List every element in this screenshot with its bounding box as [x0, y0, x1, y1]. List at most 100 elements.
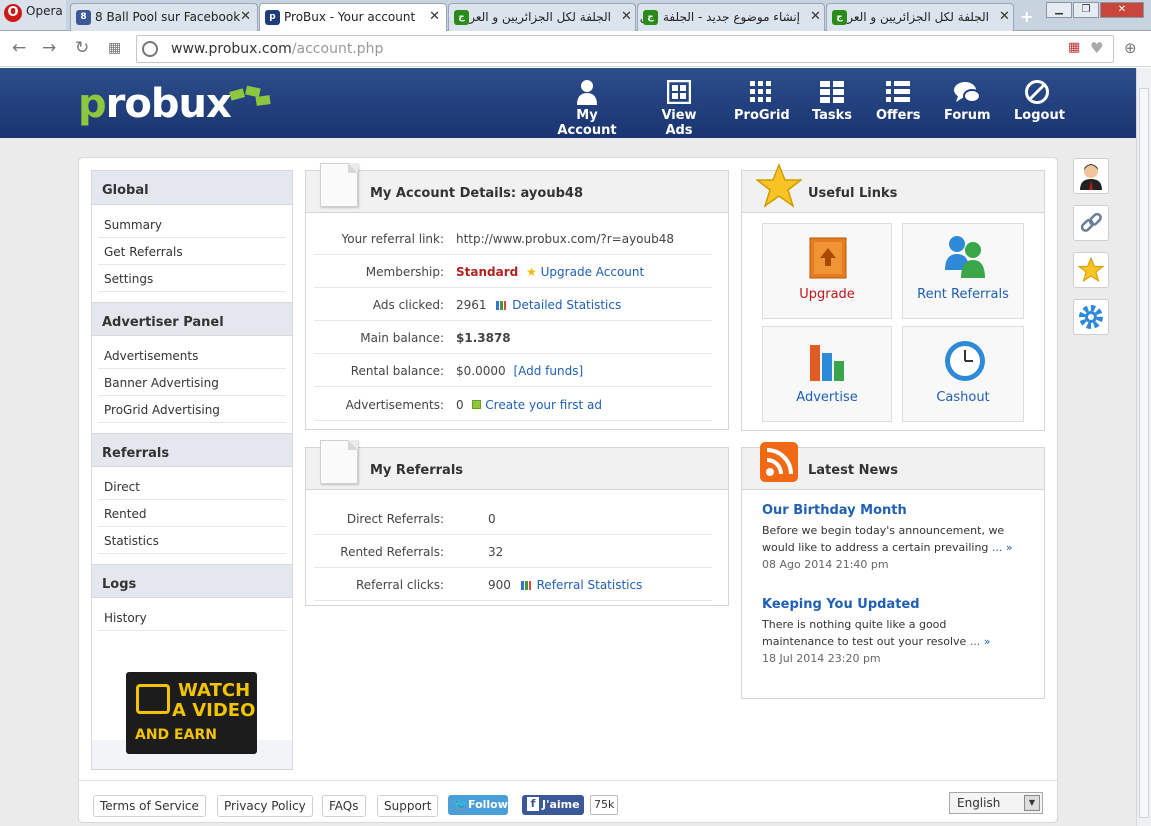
upgrade-box-icon — [809, 237, 847, 279]
twitter-follow-button[interactable]: 🐦 Follow — [448, 795, 508, 815]
nav-progrid[interactable]: ProGrid — [734, 78, 790, 123]
settings-tool-button[interactable] — [1073, 299, 1109, 335]
upgrade-label: Upgrade — [799, 287, 855, 302]
chat-bubbles-icon — [954, 82, 981, 103]
extensions-icon[interactable]: ▦ — [1068, 40, 1080, 55]
my-referrals-title: My Referrals — [370, 463, 464, 478]
nav-my-account[interactable]: My Account — [551, 78, 623, 138]
close-tab-icon[interactable]: ✕ — [810, 9, 821, 24]
back-icon[interactable]: ← — [12, 38, 26, 58]
nav-forum[interactable]: Forum — [944, 78, 991, 123]
tab-title: ProBux - Your account — [284, 10, 416, 24]
news-title-link[interactable]: Our Birthday Month — [762, 503, 1037, 518]
favorites-tool-button[interactable] — [1073, 252, 1109, 288]
restore-icon[interactable]: ❐ — [1073, 2, 1099, 18]
sidebar-item-settings[interactable]: Settings — [98, 265, 286, 292]
news-title-link[interactable]: Keeping You Updated — [762, 597, 1037, 612]
cashout-label: Cashout — [936, 390, 990, 405]
tab-djelfa-3[interactable]: ج الجلفة لكل الجزائريين و العرب ✕ — [826, 3, 1014, 31]
referral-link-label: Your referral link: — [341, 232, 444, 246]
sidebar-item-advertisements[interactable]: Advertisements — [98, 342, 286, 369]
url-input[interactable]: www.probux.com/account.php — [136, 35, 1114, 63]
language-select[interactable]: English ▼ — [949, 792, 1043, 814]
watch-video-banner[interactable]: WATCH A VIDEO AND EARN — [126, 672, 257, 754]
terms-of-service-link[interactable]: Terms of Service — [93, 795, 206, 817]
money-bills-icon — [229, 85, 271, 106]
reload-icon[interactable]: ↻ — [75, 38, 89, 58]
close-window-icon[interactable]: ✕ — [1100, 2, 1144, 18]
tab-djelfa-2[interactable]: ج إنشاء موضوع جديد - الجلفة لكل الجزائري… — [637, 3, 825, 31]
forward-icon[interactable]: → — [42, 38, 56, 58]
read-more-link[interactable]: ... » — [992, 541, 1013, 554]
referral-link-value[interactable]: http://www.probux.com/?r=ayoub48 — [456, 232, 674, 246]
tab-title: 8 Ball Pool sur Facebook — [95, 10, 241, 24]
cashout-tile[interactable]: Cashout — [902, 326, 1024, 422]
sidebar-item-banner-advertising[interactable]: Banner Advertising — [98, 369, 286, 396]
privacy-policy-link[interactable]: Privacy Policy — [217, 795, 313, 817]
opera-menu-button[interactable]: O Opera — [0, 0, 66, 30]
probux-logo[interactable]: probux — [78, 81, 232, 127]
close-tab-icon[interactable]: ✕ — [429, 9, 440, 24]
sidebar-item-summary[interactable]: Summary — [98, 211, 286, 238]
referral-statistics-link[interactable]: Referral Statistics — [537, 578, 643, 592]
close-tab-icon[interactable]: ✕ — [999, 9, 1010, 24]
membership-label: Membership: — [365, 265, 444, 279]
sidebar-heading-advertiser: Advertiser Panel — [92, 302, 292, 336]
banner-line3: AND EARN — [135, 727, 217, 743]
profile-tool-button[interactable] — [1073, 158, 1109, 194]
read-more-link[interactable]: ... » — [970, 635, 991, 648]
close-tab-icon[interactable]: ✕ — [240, 9, 251, 24]
nav-label: My Account — [557, 108, 617, 138]
url-domain: www.probux.com — [171, 41, 292, 57]
add-funds-link[interactable]: [Add funds] — [513, 364, 583, 378]
minimize-icon[interactable]: ▁ — [1046, 2, 1072, 18]
opera-logo-icon: O — [4, 4, 22, 22]
rent-referrals-tile[interactable]: Rent Referrals — [902, 223, 1024, 319]
ads-clicked-label: Ads clicked: — [372, 298, 444, 312]
sidebar-item-get-referrals[interactable]: Get Referrals — [98, 238, 286, 265]
sidebar-item-rented[interactable]: Rented — [98, 500, 286, 527]
nav-label: Forum — [944, 108, 991, 123]
news-item: Keeping You Updated There is nothing qui… — [762, 597, 1037, 665]
direct-referrals-link[interactable]: Direct Referrals: — [347, 512, 444, 526]
link-chain-icon — [1080, 212, 1102, 232]
scrollbar-thumb[interactable] — [1139, 88, 1149, 818]
download-icon[interactable]: ⊕ — [1124, 39, 1137, 57]
upgrade-tile[interactable]: Upgrade — [762, 223, 892, 319]
facebook-icon: f — [527, 797, 539, 811]
page-info-icon[interactable] — [142, 41, 158, 57]
faqs-link[interactable]: FAQs — [322, 795, 366, 817]
tab-djelfa-1[interactable]: ج الجلفة لكل الجزائريين و العرب ✕ — [448, 3, 636, 31]
facebook-like-label: J'aime — [542, 798, 580, 811]
support-link[interactable]: Support — [377, 795, 439, 817]
sidebar-item-progrid-advertising[interactable]: ProGrid Advertising — [98, 396, 286, 423]
advertise-tile[interactable]: Advertise — [762, 326, 892, 422]
sidebar-item-history[interactable]: History — [98, 604, 286, 631]
advertisements-value: 0 — [456, 398, 464, 412]
star-icon — [756, 163, 802, 208]
tab-8ball[interactable]: 8 8 Ball Pool sur Facebook ✕ — [70, 3, 258, 31]
new-tab-icon[interactable]: + — [1020, 7, 1033, 26]
rented-referrals-link[interactable]: Rented Referrals: — [340, 545, 444, 559]
bookmark-heart-icon[interactable]: ♥ — [1090, 39, 1103, 57]
create-first-ad-link[interactable]: Create your first ad — [485, 398, 602, 412]
upgrade-account-link[interactable]: Upgrade Account — [541, 265, 645, 279]
nav-view-ads[interactable]: View Ads — [648, 78, 710, 138]
tab-title: إنشاء موضوع جديد - الجلفة لكل الجزائريين… — [638, 10, 800, 24]
referral-link-tool-button[interactable] — [1073, 205, 1109, 241]
vertical-scrollbar[interactable] — [1136, 68, 1151, 826]
nav-tasks[interactable]: Tasks — [810, 78, 854, 123]
clock-icon — [945, 341, 985, 381]
banner-line2: A VIDEO — [172, 700, 256, 721]
close-tab-icon[interactable]: ✕ — [621, 9, 632, 24]
nav-logout[interactable]: Logout — [1014, 78, 1065, 123]
tab-probux[interactable]: p ProBux - Your account ✕ — [259, 3, 447, 32]
detailed-statistics-link[interactable]: Detailed Statistics — [512, 298, 621, 312]
account-details-title: My Account Details: ayoub48 — [370, 186, 583, 201]
news-item: Our Birthday Month Before we begin today… — [762, 503, 1037, 571]
facebook-like-button[interactable]: f J'aime — [522, 795, 584, 815]
sidebar-item-statistics[interactable]: Statistics — [98, 527, 286, 554]
sidebar-item-direct[interactable]: Direct — [98, 473, 286, 500]
speed-dial-icon[interactable]: ▦ — [108, 40, 121, 56]
nav-offers[interactable]: Offers — [876, 78, 921, 123]
